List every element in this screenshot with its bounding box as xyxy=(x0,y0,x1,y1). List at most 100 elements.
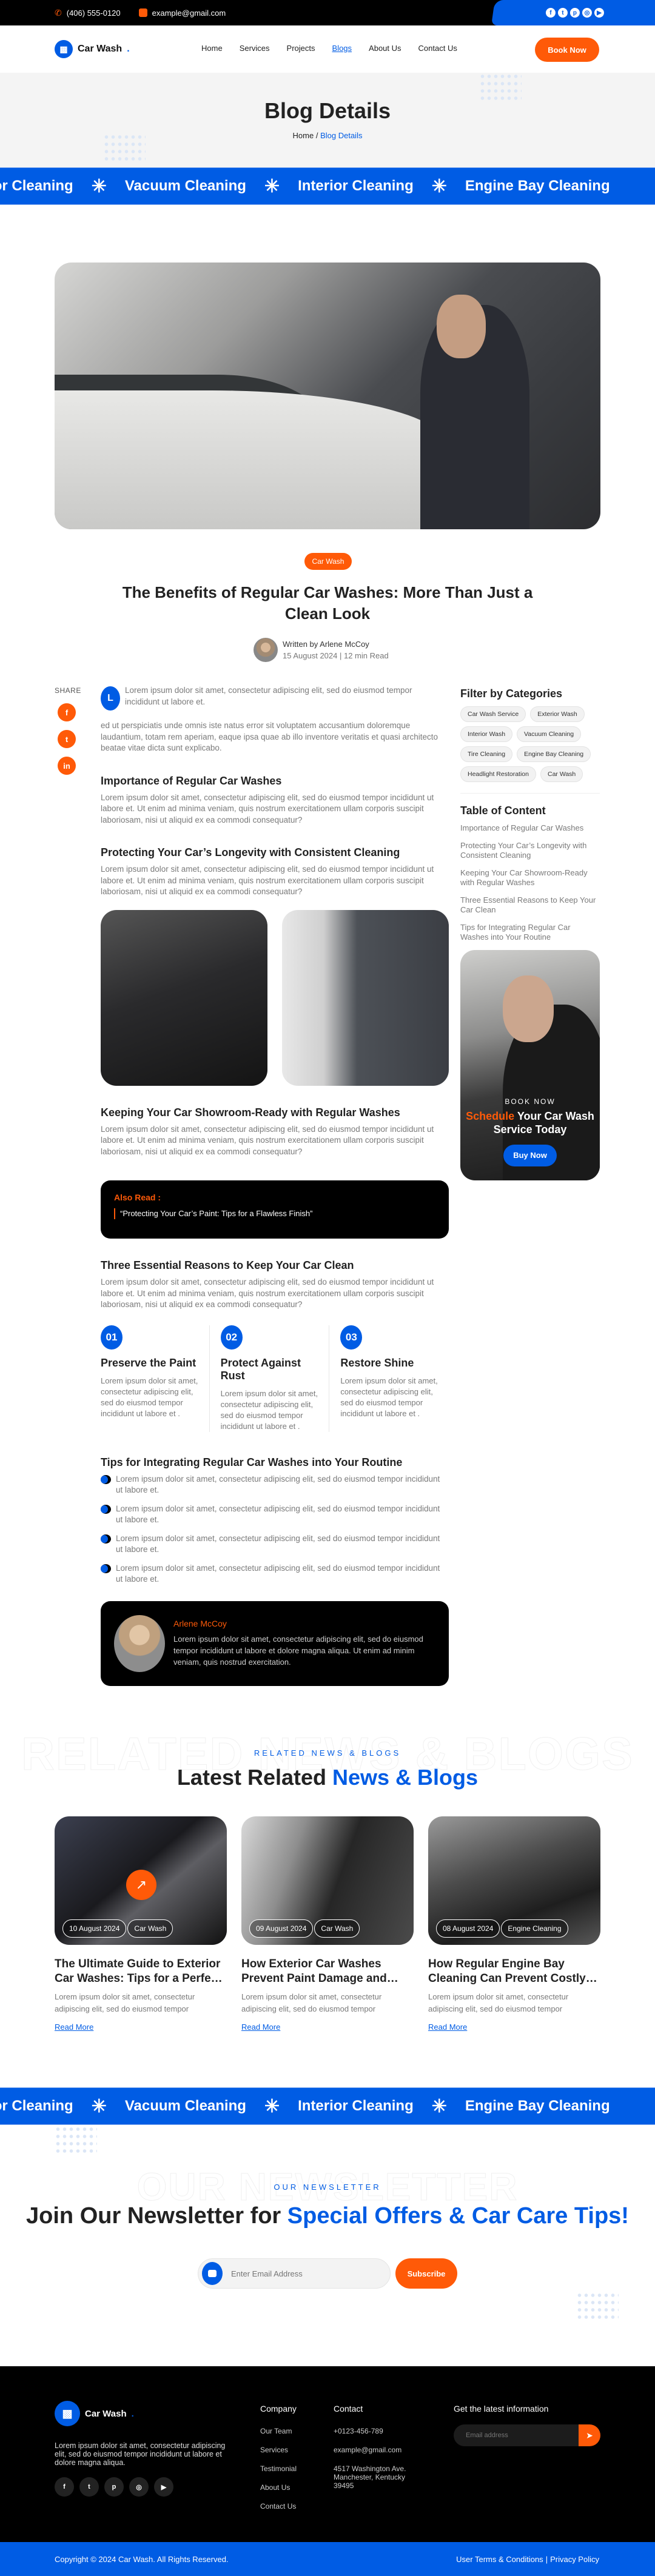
send-icon[interactable]: ➤ xyxy=(579,2424,600,2446)
nav-item-home[interactable]: Home xyxy=(201,44,223,53)
card-title[interactable]: The Ultimate Guide to Exterior Car Washe… xyxy=(55,1957,227,1986)
logo-dot: . xyxy=(131,2408,134,2419)
youtube-icon[interactable]: ▶ xyxy=(594,8,604,18)
terms-link[interactable]: User Terms & Conditions xyxy=(456,2555,543,2564)
footer-link[interactable]: Services xyxy=(260,2446,297,2454)
main-navbar: ▩ Car Wash. Home Services Projects Blogs… xyxy=(0,25,655,73)
card-date: 09 August 2024 xyxy=(249,1919,314,1938)
paragraph: Lorem ipsum dolor sit amet, consectetur … xyxy=(101,792,434,825)
footer-phone[interactable]: +0123-456-789 xyxy=(334,2427,425,2435)
card-title[interactable]: How Exterior Car Washes Prevent Paint Da… xyxy=(241,1957,414,1986)
toc-link[interactable]: Keeping Your Car Showroom-Ready with Reg… xyxy=(460,868,600,888)
pinterest-icon[interactable]: p xyxy=(104,2477,124,2497)
marquee-item: Exterior Cleaning xyxy=(0,178,73,194)
tip-text: Lorem ipsum dolor sit amet, consectetur … xyxy=(116,1533,440,1554)
toc-link[interactable]: Tips for Integrating Regular Car Washes … xyxy=(460,923,600,943)
youtube-icon[interactable]: ▶ xyxy=(154,2477,173,2497)
breadcrumb-home[interactable]: Home xyxy=(293,131,314,140)
footer-link[interactable]: About Us xyxy=(260,2483,297,2492)
read-more-link[interactable]: Read More xyxy=(55,2022,93,2032)
bullet-icon xyxy=(101,1474,111,1484)
share-facebook-icon[interactable]: f xyxy=(58,703,76,721)
blog-card[interactable]: 08 August 2024 Engine Cleaning How Regula… xyxy=(428,1816,600,2033)
page-banner: Blog Details Home / Blog Details xyxy=(0,73,655,167)
category-chip[interactable]: Exterior Wash xyxy=(530,706,585,722)
facebook-icon[interactable]: f xyxy=(545,8,556,18)
footer-logo[interactable]: ▩ Car Wash. xyxy=(55,2401,134,2426)
card-tag[interactable]: Engine Cleaning xyxy=(501,1919,568,1938)
topbar-phone[interactable]: ✆ (406) 555-0120 xyxy=(55,8,121,18)
footer-link[interactable]: Our Team xyxy=(260,2427,297,2435)
card-tag[interactable]: Car Wash xyxy=(314,1919,360,1938)
asterisk-icon: ✳ xyxy=(264,176,280,196)
arrow-up-right-icon[interactable]: ↗ xyxy=(126,1870,156,1900)
logo[interactable]: ▩ Car Wash. xyxy=(55,40,130,58)
reason-number: 02 xyxy=(220,1325,243,1350)
related-section: RELATED NEWS & BLOGS RELATED NEWS & BLOG… xyxy=(0,1722,655,1790)
read-time: 12 min Read xyxy=(343,651,389,660)
footer-link[interactable]: Testimonial xyxy=(260,2464,297,2473)
footer-email[interactable]: example@gmail.com xyxy=(334,2446,425,2454)
share-label: SHARE xyxy=(55,686,81,695)
category-chip[interactable]: Headlight Restoration xyxy=(460,766,536,782)
nav-item-projects[interactable]: Projects xyxy=(287,44,315,53)
decorative-dots xyxy=(479,73,522,103)
category-chip[interactable]: Vacuum Cleaning xyxy=(517,726,582,742)
card-excerpt: Lorem ipsum dolor sit amet, consectetur … xyxy=(55,1992,195,2013)
pinterest-icon[interactable]: p xyxy=(569,8,580,18)
newsletter-email-input[interactable] xyxy=(231,2269,364,2278)
privacy-link[interactable]: Privacy Policy xyxy=(550,2555,599,2564)
read-more-link[interactable]: Read More xyxy=(241,2022,280,2032)
logo-text: Car Wash xyxy=(78,44,123,54)
topbar-email[interactable]: example@gmail.com xyxy=(138,8,226,18)
toc-link[interactable]: Three Essential Reasons to Keep Your Car… xyxy=(460,895,600,915)
marquee-item: Vacuum Cleaning xyxy=(124,2098,246,2114)
nav-item-about-us[interactable]: About Us xyxy=(369,44,401,53)
category-chip[interactable]: Engine Bay Cleaning xyxy=(517,746,591,762)
toc-link[interactable]: Protecting Your Car’s Longevity with Con… xyxy=(460,841,600,861)
instagram-icon[interactable]: ◎ xyxy=(129,2477,149,2497)
blog-card-image[interactable]: 08 August 2024 Engine Cleaning xyxy=(428,1816,600,1945)
book-now-button[interactable]: Book Now xyxy=(535,38,599,62)
article-image-wheel xyxy=(282,909,449,1086)
blog-card-image[interactable]: ↗ 10 August 2024 Car Wash xyxy=(55,1816,227,1945)
services-marquee-bottom: Exterior Cleaning ✳ Vacuum Cleaning ✳ In… xyxy=(0,2087,655,2125)
tip-text: Lorem ipsum dolor sit amet, consectetur … xyxy=(116,1504,440,1525)
facebook-icon[interactable]: f xyxy=(55,2477,74,2497)
nav-menu: Home Services Projects Blogs About Us Co… xyxy=(201,44,457,53)
section-heading: Tips for Integrating Regular Car Washes … xyxy=(101,1456,403,1468)
footer-social-links: f t p ◎ ▶ xyxy=(55,2477,173,2497)
also-read-link[interactable]: “Protecting Your Car’s Paint: Tips for a… xyxy=(114,1208,435,1219)
blog-card[interactable]: 09 August 2024 Car Wash How Exterior Car … xyxy=(241,1816,414,2033)
share-twitter-icon[interactable]: t xyxy=(58,730,76,748)
subscribe-button[interactable]: Subscribe xyxy=(395,2258,457,2289)
marquee-item: Engine Bay Cleaning xyxy=(465,2098,610,2114)
nav-item-contact-us[interactable]: Contact Us xyxy=(418,44,457,53)
nav-item-blogs[interactable]: Blogs xyxy=(332,44,352,53)
nav-item-services[interactable]: Services xyxy=(240,44,270,53)
author-byline: Written by Arlene McCoy xyxy=(283,640,369,649)
category-chip[interactable]: Tire Cleaning xyxy=(460,746,513,762)
twitter-icon[interactable]: t xyxy=(557,8,568,18)
marquee-item: Vacuum Cleaning xyxy=(124,178,246,194)
blog-card[interactable]: ↗ 10 August 2024 Car Wash The Ultimate Gu… xyxy=(55,1816,227,2033)
category-chip[interactable]: Car Wash xyxy=(540,766,583,782)
instagram-icon[interactable]: ◎ xyxy=(582,8,592,18)
author-bio: Lorem ipsum dolor sit amet, consectetur … xyxy=(173,1634,423,1667)
card-title[interactable]: How Regular Engine Bay Cleaning Can Prev… xyxy=(428,1957,600,1986)
footer-email-input[interactable] xyxy=(454,2432,579,2439)
read-more-link[interactable]: Read More xyxy=(428,2022,467,2032)
reason-item: 02 Protect Against Rust Lorem ipsum dolo… xyxy=(210,1325,330,1432)
decorative-dots xyxy=(103,133,146,164)
share-linkedin-icon[interactable]: in xyxy=(58,757,76,775)
footer-address: 4517 Washington Ave. Manchester, Kentuck… xyxy=(334,2464,406,2490)
category-chip[interactable]: Interior Wash xyxy=(460,726,513,742)
footer-link[interactable]: Contact Us xyxy=(260,2502,297,2511)
twitter-icon[interactable]: t xyxy=(79,2477,99,2497)
card-tag[interactable]: Car Wash xyxy=(127,1919,173,1938)
toc-link[interactable]: Importance of Regular Car Washes xyxy=(460,823,600,834)
blog-card-image[interactable]: 09 August 2024 Car Wash xyxy=(241,1816,414,1945)
category-chip[interactable]: Car Wash Service xyxy=(460,706,526,722)
buy-now-button[interactable]: Buy Now xyxy=(503,1144,557,1166)
category-badge[interactable]: Car Wash xyxy=(304,553,352,570)
